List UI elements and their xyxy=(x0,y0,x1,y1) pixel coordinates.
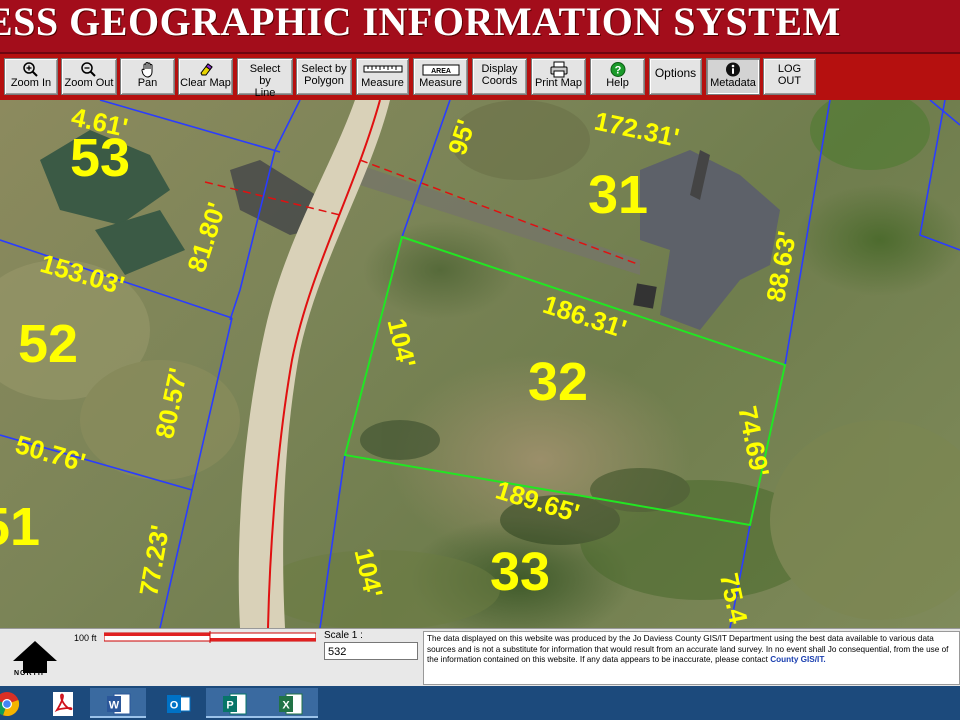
help-button[interactable]: ? Help xyxy=(590,58,645,95)
ruler-icon xyxy=(357,61,408,78)
eraser-icon xyxy=(179,61,232,78)
parcel-number: 32 xyxy=(528,352,588,412)
taskbar: W O P X xyxy=(0,686,960,720)
disclaimer-text: The data displayed on this website was p… xyxy=(427,634,949,664)
publisher-icon: P xyxy=(223,693,247,715)
select-by-polygon-button[interactable]: Select by Polygon xyxy=(296,58,352,95)
printer-icon xyxy=(532,61,585,78)
disclaimer: The data displayed on this website was p… xyxy=(423,631,960,685)
pan-button[interactable]: Pan xyxy=(120,58,175,95)
svg-text:?: ? xyxy=(614,65,621,77)
hand-icon xyxy=(121,61,174,78)
disclaimer-link[interactable]: County GIS/IT. xyxy=(770,655,826,664)
dimension-label: 81.80' xyxy=(181,199,232,276)
map-view[interactable]: 4.61' 53 81.80' 153.03' 52 80.57' 50.76'… xyxy=(0,100,960,628)
taskbar-item-publisher[interactable]: P xyxy=(206,688,262,718)
excel-icon: X xyxy=(279,693,303,715)
svg-text:P: P xyxy=(226,700,233,712)
dimension-label: 172.31' xyxy=(592,106,682,153)
help-icon: ? xyxy=(591,61,644,78)
dimension-label: 50.76' xyxy=(12,429,89,477)
svg-text:X: X xyxy=(282,700,290,712)
dimension-label: 104' xyxy=(382,315,422,370)
zoom-out-icon xyxy=(62,61,116,78)
chrome-icon xyxy=(0,692,20,717)
taskbar-item-outlook[interactable]: O xyxy=(150,688,206,718)
taskbar-item-chrome[interactable] xyxy=(0,688,34,718)
measure-area-button[interactable]: AREA Measure xyxy=(413,58,468,95)
toolbar: Zoom In Zoom Out Pan Clear Map Select by… xyxy=(0,54,960,100)
select-by-line-button[interactable]: Select by Line xyxy=(237,58,293,99)
measure-button[interactable]: Measure xyxy=(356,58,409,95)
scale-input[interactable]: 532 xyxy=(324,642,418,660)
info-icon xyxy=(707,61,759,78)
map-overlay: 4.61' 53 81.80' 153.03' 52 80.57' 50.76'… xyxy=(0,100,960,628)
area-icon: AREA xyxy=(414,61,467,78)
scale-label: Scale 1 : xyxy=(324,630,363,641)
pdf-icon xyxy=(53,692,73,716)
parcel-number: 33 xyxy=(490,542,550,602)
metadata-button[interactable]: Metadata xyxy=(706,58,760,95)
taskbar-item-word[interactable]: W xyxy=(90,688,146,718)
outlook-icon: O xyxy=(167,695,191,713)
display-coords-button[interactable]: Display Coords xyxy=(472,58,527,95)
dimension-label: 74.69' xyxy=(732,403,775,479)
title-bar: ESS GEOGRAPHIC INFORMATION SYSTEM xyxy=(0,0,960,54)
taskbar-item-pdf[interactable] xyxy=(34,688,90,718)
parcel-number: 52 xyxy=(18,314,78,374)
zoom-in-icon xyxy=(5,61,57,78)
status-panel: NORTH 100 ft Scale 1 : 532 The data disp… xyxy=(0,628,960,687)
taskbar-item-excel[interactable]: X xyxy=(262,688,318,718)
clear-map-button[interactable]: Clear Map xyxy=(178,58,233,95)
logout-button[interactable]: LOG OUT xyxy=(763,58,816,95)
scale-bar xyxy=(104,631,316,643)
app-title: ESS GEOGRAPHIC INFORMATION SYSTEM xyxy=(0,0,841,44)
print-map-button[interactable]: Print Map xyxy=(531,58,586,95)
buildings xyxy=(40,130,780,330)
options-button[interactable]: Options xyxy=(649,58,702,95)
scale-distance: 100 ft xyxy=(74,633,97,643)
parcel-number: 53 xyxy=(70,128,130,188)
zoom-out-button[interactable]: Zoom Out xyxy=(61,58,117,95)
svg-text:W: W xyxy=(109,700,120,712)
parcel-number: 31 xyxy=(588,165,648,225)
north-label: NORTH xyxy=(14,670,44,677)
svg-text:AREA: AREA xyxy=(431,68,451,75)
word-icon: W xyxy=(107,693,131,715)
svg-text:O: O xyxy=(170,700,179,712)
zoom-in-button[interactable]: Zoom In xyxy=(4,58,58,95)
parcel-number: 51 xyxy=(0,497,40,557)
